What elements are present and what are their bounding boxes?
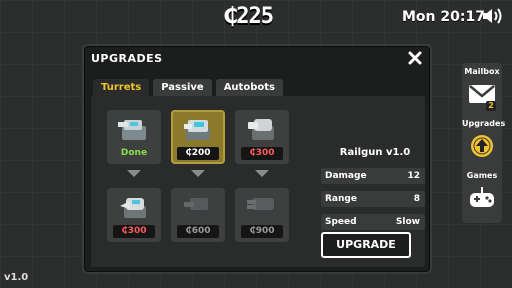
slot-label: Done [120,148,148,158]
gamepad-icon [470,187,494,207]
turret-railgun-icon [184,120,210,140]
upgrade-arrow-icon [191,170,205,177]
panel-title: UPGRADES [91,52,163,65]
upgrades-panel: UPGRADES Turrets Passive Autobots Done ₵… [84,46,430,272]
slot-label: ₵300 [113,225,155,238]
turret-slot-heavy-railgun[interactable]: ₵600 [171,188,225,242]
turret-slot-cannon[interactable]: ₵300 [235,110,289,164]
games-label: Games [466,171,498,180]
mailbox-badge: 2 [486,101,496,111]
stat-row-damage: Damage 12 [321,168,425,184]
stat-value: 12 [407,171,420,181]
tab-turrets[interactable]: Turrets [93,79,150,96]
tab-autobots[interactable]: Autobots [215,79,283,96]
turret-slot-drill[interactable]: ₵300 [107,188,161,242]
stat-value: 8 [413,194,420,204]
stat-key: Damage [325,171,367,181]
clock: Mon 20:17 [402,9,485,25]
upgrade-arrow-icon [127,170,141,177]
slot-label: ₵900 [241,225,283,238]
turret-heavy-railgun-icon [184,198,210,218]
version-label: v1.0 [4,272,29,283]
turret-cannon-icon [248,119,274,140]
close-icon[interactable] [407,50,423,66]
turret-slot-basic[interactable]: Done [107,110,161,164]
upgrades-label: Upgrades [462,119,506,128]
stat-row-range: Range 8 [321,191,425,207]
gear-upgrade-icon [471,135,493,157]
speaker-icon[interactable] [482,7,504,25]
tab-passive[interactable]: Passive [153,79,212,96]
upgrades-button[interactable]: Upgrades [462,119,506,167]
stat-value: Slow [395,217,420,227]
mailbox-label: Mailbox [464,67,500,76]
side-menu: Mailbox 2 Upgrades Games [462,63,506,223]
turret-drill-icon [120,198,146,218]
upgrade-arrow-icon [255,170,269,177]
stat-row-speed: Speed Slow [321,214,425,230]
slot-label: ₵200 [177,147,219,160]
slot-label: ₵600 [177,225,219,238]
turret-slot-railgun[interactable]: ₵200 [171,110,225,164]
stat-key: Speed [325,217,357,227]
tab-bar: Turrets Passive Autobots [93,79,283,96]
turret-double-cannon-icon [247,198,274,218]
turret-slot-double-cannon[interactable]: ₵900 [235,188,289,242]
upgrade-button[interactable]: UPGRADE [321,232,411,258]
stat-key: Range [325,194,357,204]
slot-label: ₵300 [241,147,283,160]
currency-display: ₵225 [224,4,274,29]
games-button[interactable]: Games [462,171,502,219]
turret-basic-icon [118,120,146,140]
mailbox-button[interactable]: Mailbox 2 [462,67,502,115]
turret-name: Railgun v1.0 [339,147,411,158]
